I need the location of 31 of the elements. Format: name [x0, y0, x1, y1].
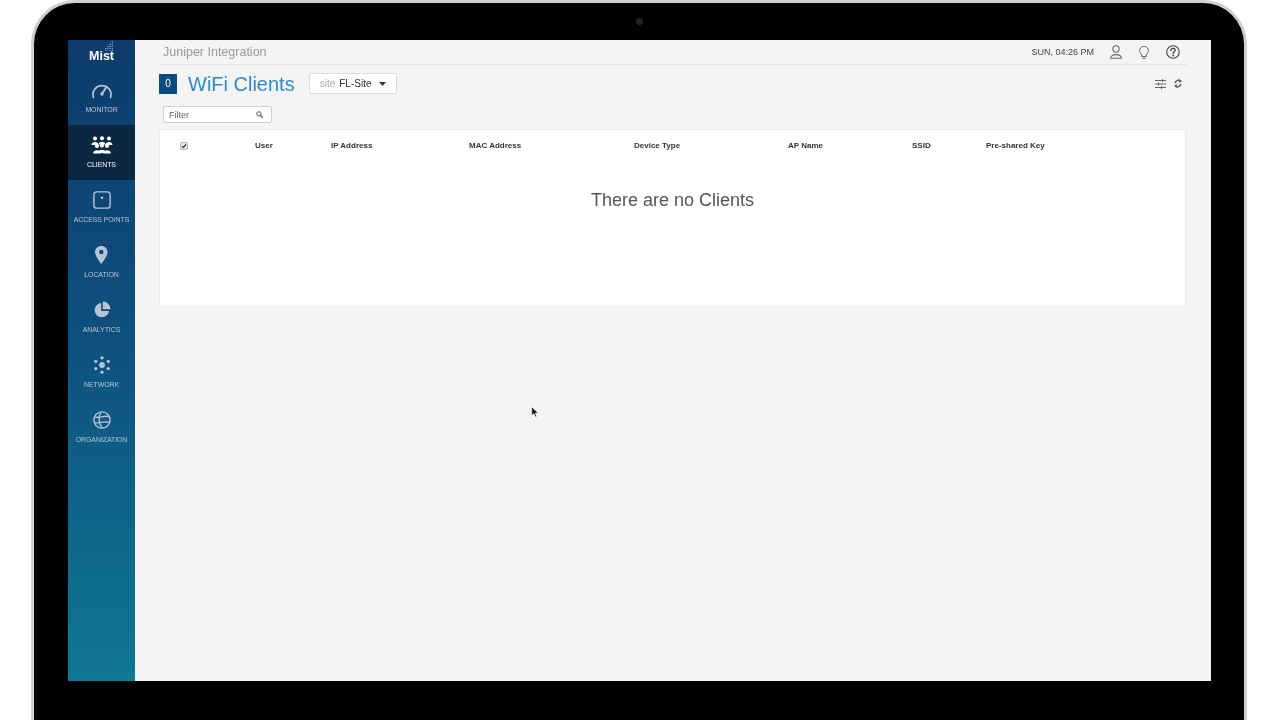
date-time: SUN, 04:26 PM — [1031, 47, 1094, 57]
count-badge: 0 — [159, 73, 177, 94]
search-icon — [256, 111, 263, 118]
logo: Mist — [89, 50, 114, 63]
organization-name: Juniper Integration — [163, 45, 267, 59]
page-title: WiFi Clients — [188, 72, 295, 95]
caret-icon — [379, 81, 387, 86]
camera-icon — [636, 17, 643, 25]
sliders-icon[interactable] — [1155, 78, 1166, 89]
filter-field[interactable]: Filter — [163, 106, 272, 123]
column-header[interactable]: IP Address — [331, 141, 373, 150]
person-icon[interactable] — [1110, 45, 1122, 59]
column-header[interactable]: AP Name — [788, 141, 823, 150]
column-header[interactable]: Pre-shared Key — [986, 141, 1045, 150]
cursor-icon — [531, 406, 539, 418]
pie-chart-icon — [92, 301, 111, 319]
column-header[interactable]: Device Type — [634, 141, 681, 150]
people-group-icon — [89, 136, 114, 154]
refresh-icon[interactable] — [1174, 79, 1182, 88]
lightbulb-icon[interactable] — [1139, 45, 1149, 59]
network-nodes-icon — [92, 356, 111, 374]
empty-message: There are no Clients — [590, 189, 755, 211]
globe-icon — [92, 411, 111, 429]
map-pin-icon — [95, 246, 108, 264]
column-header[interactable]: User — [255, 141, 273, 150]
help-icon[interactable] — [1166, 45, 1180, 59]
site-dropdown[interactable]: site FL-Site — [308, 73, 397, 94]
select-all-checkbox[interactable] — [180, 141, 188, 150]
dots-icon — [104, 41, 113, 51]
column-header[interactable]: SSID — [912, 141, 931, 150]
column-header[interactable]: MAC Address — [469, 141, 522, 150]
